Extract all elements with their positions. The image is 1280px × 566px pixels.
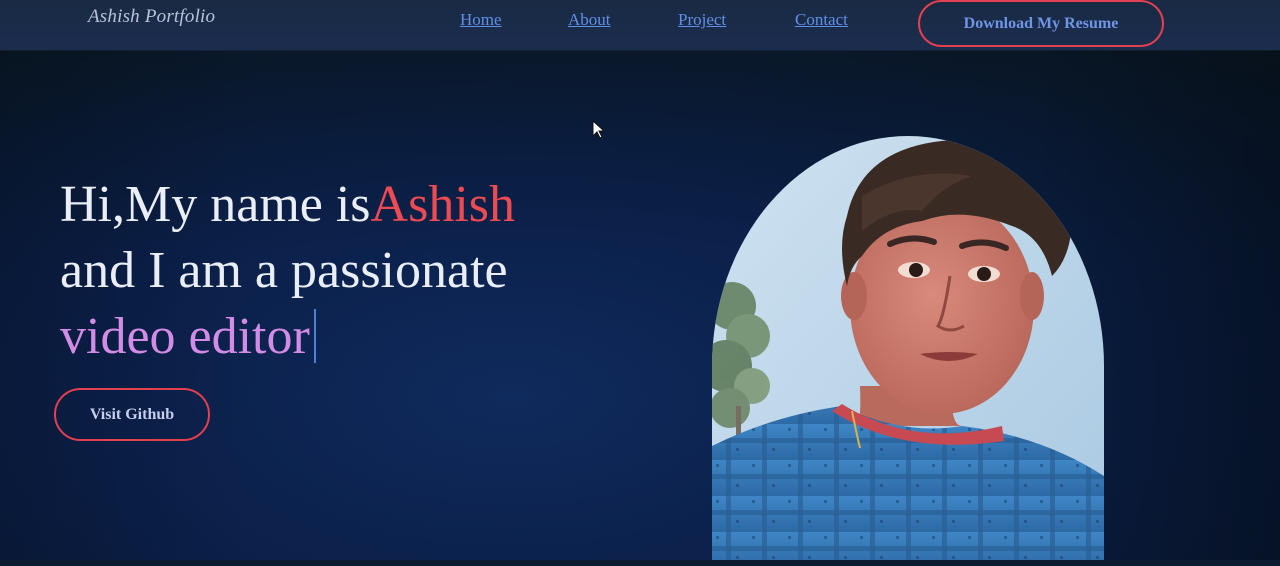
nav-link-project[interactable]: Project [678,10,726,30]
typing-caret [313,309,316,363]
hero-headline: Hi,My name isAshish and I am a passionat… [60,172,680,370]
mouse-cursor-icon [592,120,606,139]
top-navbar: Ashish Portfolio Home About Project Cont… [0,0,1280,50]
hero-line-2: and I am a passionate [60,242,508,299]
hero-name: Ashish [370,176,516,233]
bottom-edge [0,560,1280,566]
profile-photo [712,136,1104,566]
nav-link-about[interactable]: About [568,10,611,30]
nav-link-home[interactable]: Home [460,10,502,30]
visit-github-button[interactable]: Visit Github [54,388,210,441]
hero-role-typed: video editor [60,308,310,365]
nav-link-contact[interactable]: Contact [795,10,848,30]
brand-logo-text[interactable]: Ashish Portfolio [88,6,215,28]
hero-greeting: Hi,My name is [60,176,371,233]
hero-line-1: Hi,My name isAshish [60,172,680,238]
hero-line-3: video editor [60,304,680,370]
download-resume-button[interactable]: Download My Resume [918,0,1164,47]
profile-photo-illustration [712,136,1104,566]
